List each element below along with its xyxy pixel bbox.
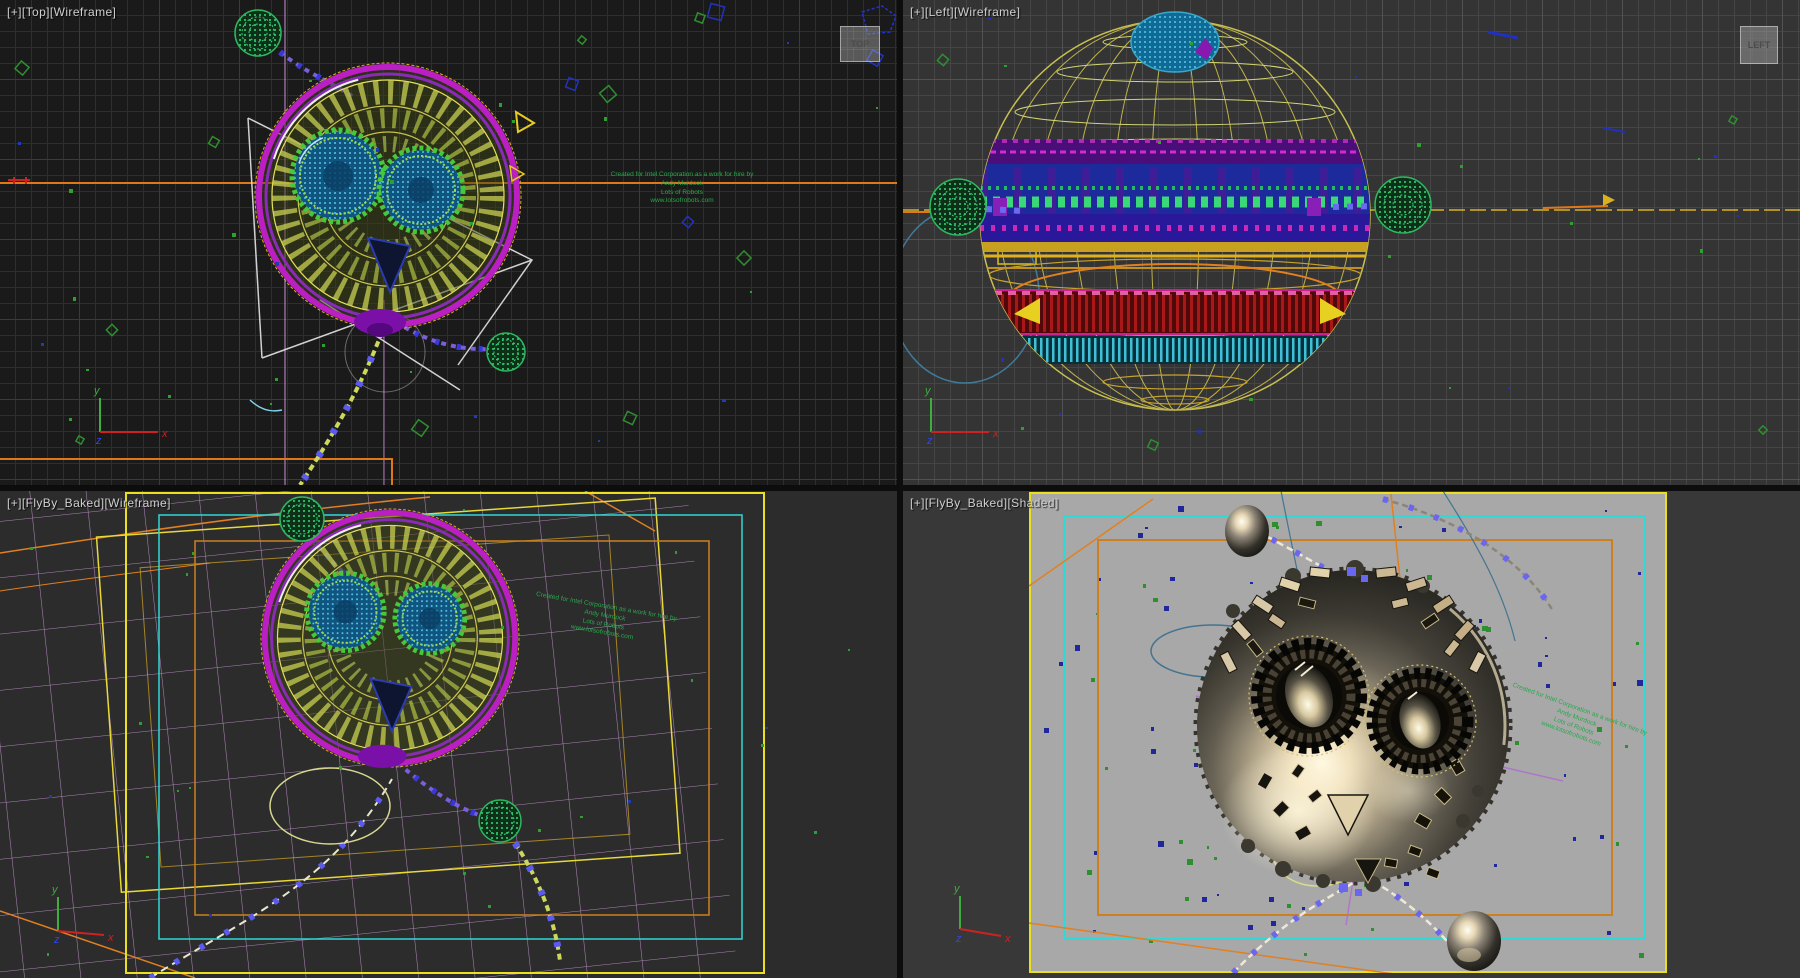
viewport-top-wireframe[interactable]: y x z Created for Intel Corporation as a… [0,0,897,485]
camera-shaded-scene: y x z [903,491,1800,978]
green-sphere [930,179,986,235]
viewcube-face-label: TOP [851,39,869,49]
viewcube-face-label: LEFT [1748,40,1771,50]
watermark-text: Created for Intel Corporation as a work … [596,171,768,206]
mini-sphere [1225,505,1269,557]
svg-text:y: y [953,883,961,895]
axis-tripod: y x z [924,385,999,447]
top-view-scene: y x z [0,0,897,485]
svg-text:y: y [924,385,932,397]
left-eye [307,573,385,651]
green-sphere [487,333,525,371]
green-sphere [1375,177,1431,233]
mini-sphere [1447,911,1501,971]
axis-tripod: y x z [953,883,1011,945]
owl-ball-wireframe [255,63,534,337]
viewcube[interactable]: LEFT [1740,26,1778,64]
viewport-label[interactable]: [+][FlyBy_Baked][Wireframe] [7,496,171,510]
svg-text:x: x [161,428,168,440]
viewport-label[interactable]: [+][FlyBy_Baked][Shaded] [910,496,1059,510]
green-sphere [479,800,521,842]
svg-text:z: z [53,934,60,946]
camera-wireframe-scene: y x z [0,491,897,978]
green-sphere [235,10,281,56]
wireframe-sphere [980,12,1370,410]
svg-text:y: y [93,385,101,397]
viewport-camera-shaded[interactable]: y x z Created for Intel Corporation as a… [903,491,1800,978]
svg-text:x: x [107,932,114,944]
viewport-left-wireframe[interactable]: y x z LEFT [+][Left][Wireframe] [903,0,1800,485]
green-sphere [280,497,324,541]
axis-tripod: y x z [93,385,168,447]
svg-text:z: z [955,933,962,945]
viewport-camera-wireframe[interactable]: y x z Created for Intel Corporation as a… [0,491,897,978]
svg-text:z: z [95,435,102,447]
right-eye [395,584,465,654]
viewport-grid: y x z Created for Intel Corporation as a… [0,0,1800,978]
svg-text:x: x [992,428,999,440]
left-view-scene: y x z [903,0,1800,485]
viewport-label[interactable]: [+][Top][Wireframe] [7,5,116,19]
svg-text:x: x [1004,933,1011,945]
viewcube[interactable]: TOP [840,26,880,62]
viewport-label[interactable]: [+][Left][Wireframe] [910,5,1020,19]
owl-ball-shaded [1196,560,1510,896]
svg-text:z: z [926,435,933,447]
